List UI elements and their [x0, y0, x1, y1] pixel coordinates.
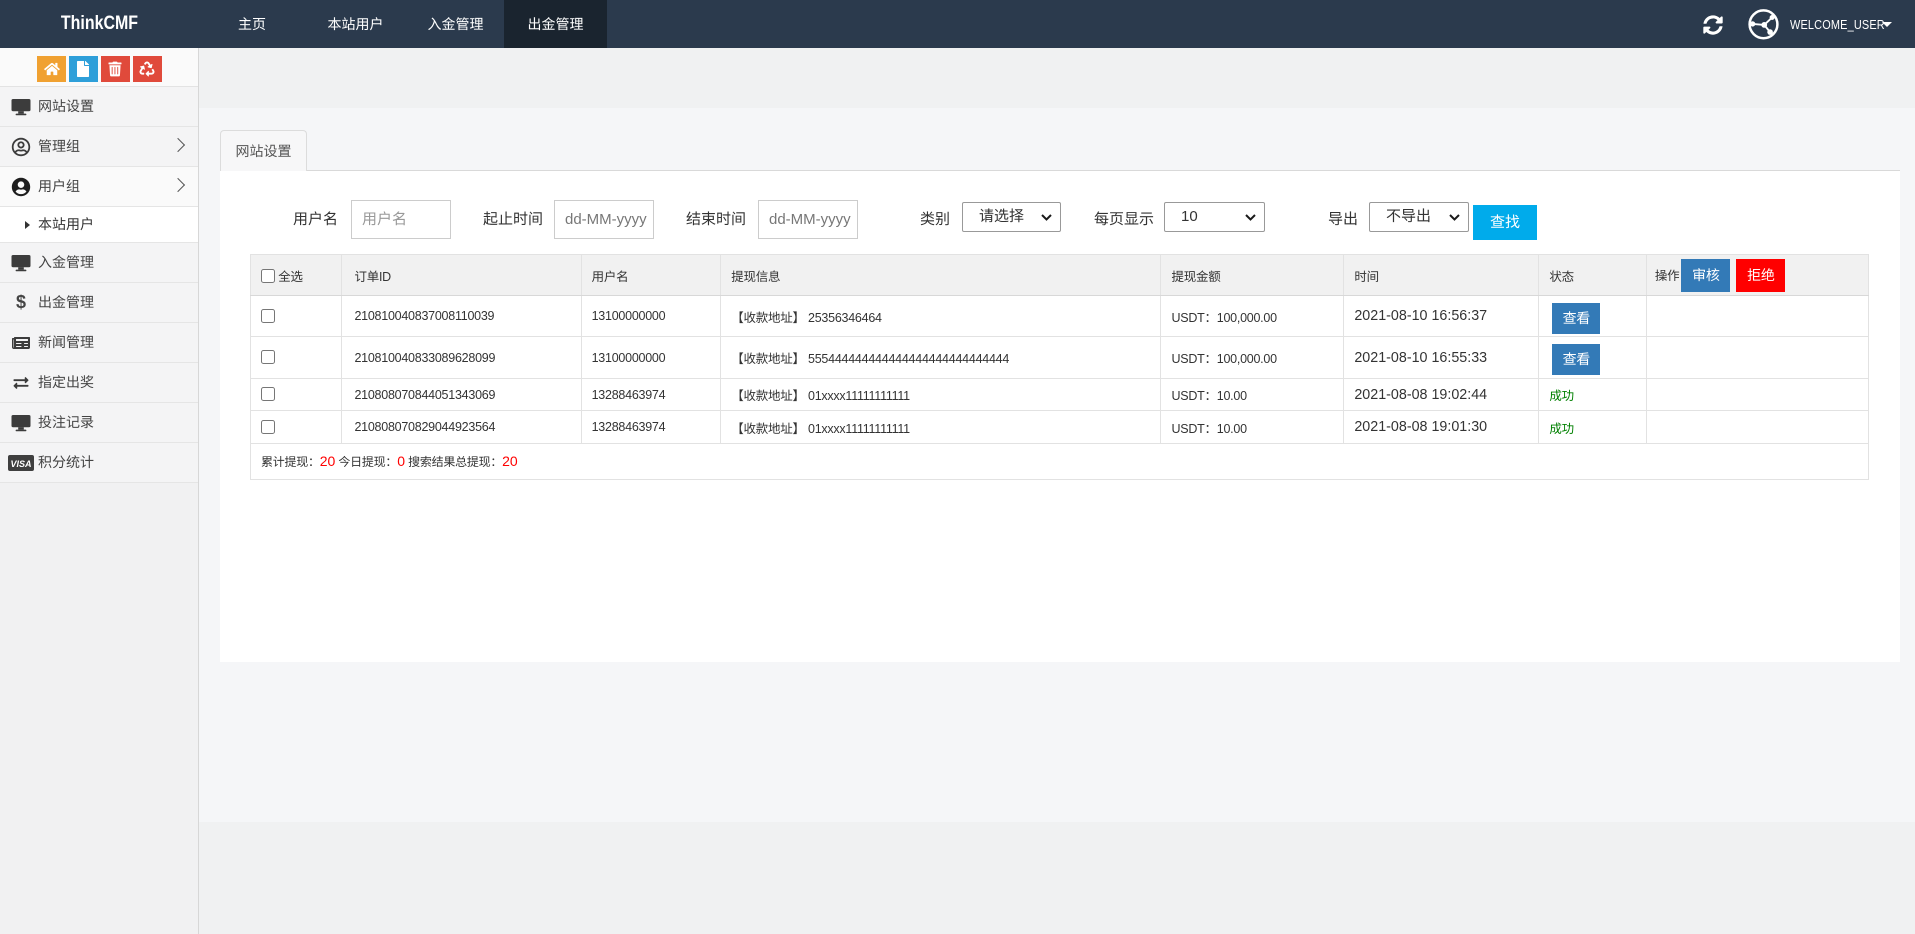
svg-text:VISA: VISA [10, 459, 31, 469]
